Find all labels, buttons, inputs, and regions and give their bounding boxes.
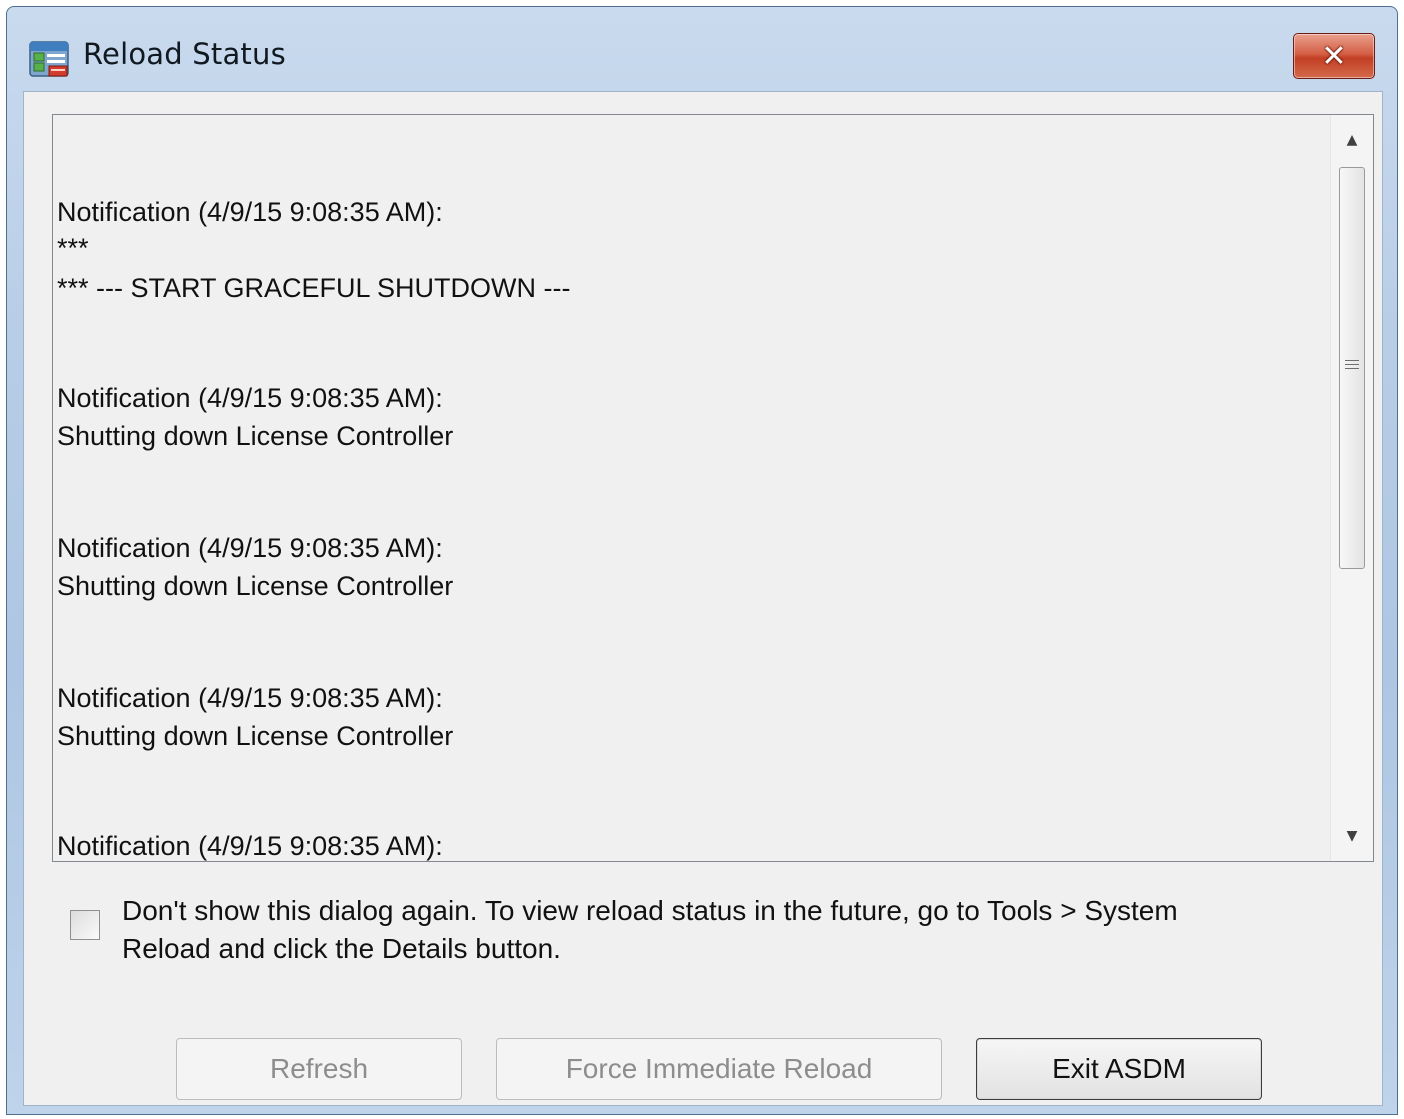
app-icon [29, 41, 69, 77]
scroll-down-arrow-icon[interactable]: ▼ [1331, 815, 1373, 857]
dont-show-again-checkbox[interactable] [70, 910, 100, 940]
dialog-title: Reload Status [83, 37, 286, 71]
dialog-body: Notification (4/9/15 9:08:35 AM): *** **… [23, 91, 1383, 1106]
close-button[interactable]: ✕ [1293, 33, 1375, 79]
dont-show-again-label[interactable]: Don't show this dialog again. To view re… [122, 892, 1302, 968]
log-line: Notification (4/9/15 9:08:35 AM): [57, 831, 443, 861]
log-line: Shutting down License Controller [57, 571, 454, 601]
log-content: Notification (4/9/15 9:08:35 AM): *** **… [57, 115, 1329, 861]
refresh-button[interactable]: Refresh [176, 1038, 462, 1100]
close-icon: ✕ [1321, 38, 1347, 74]
log-line: Shutting down License Controller [57, 421, 454, 451]
log-line: *** --- START GRACEFUL SHUTDOWN --- [57, 273, 571, 303]
scrollbar-thumb[interactable] [1339, 167, 1365, 569]
log-line: Notification (4/9/15 9:08:35 AM): [57, 533, 443, 563]
reload-log-textarea[interactable]: Notification (4/9/15 9:08:35 AM): *** **… [52, 114, 1374, 862]
reload-status-dialog: Reload Status ✕ Notification (4/9/15 9:0… [6, 6, 1398, 1115]
exit-asdm-button[interactable]: Exit ASDM [976, 1038, 1262, 1100]
force-immediate-reload-button[interactable]: Force Immediate Reload [496, 1038, 942, 1100]
log-line: Notification (4/9/15 9:08:35 AM): [57, 383, 443, 413]
log-line: Notification (4/9/15 9:08:35 AM): [57, 683, 443, 713]
log-line: *** [57, 233, 89, 263]
label-line-2: Reload and click the Details button. [122, 933, 561, 964]
title-bar[interactable]: Reload Status ✕ [7, 7, 1397, 91]
scroll-up-arrow-icon[interactable]: ▲ [1331, 119, 1373, 161]
log-line: Shutting down License Controller [57, 721, 454, 751]
label-line-1: Don't show this dialog again. To view re… [122, 895, 1178, 926]
grip-icon [1345, 360, 1359, 369]
vertical-scrollbar[interactable]: ▲ ▼ [1330, 115, 1373, 861]
log-line: Notification (4/9/15 9:08:35 AM): [57, 197, 443, 227]
